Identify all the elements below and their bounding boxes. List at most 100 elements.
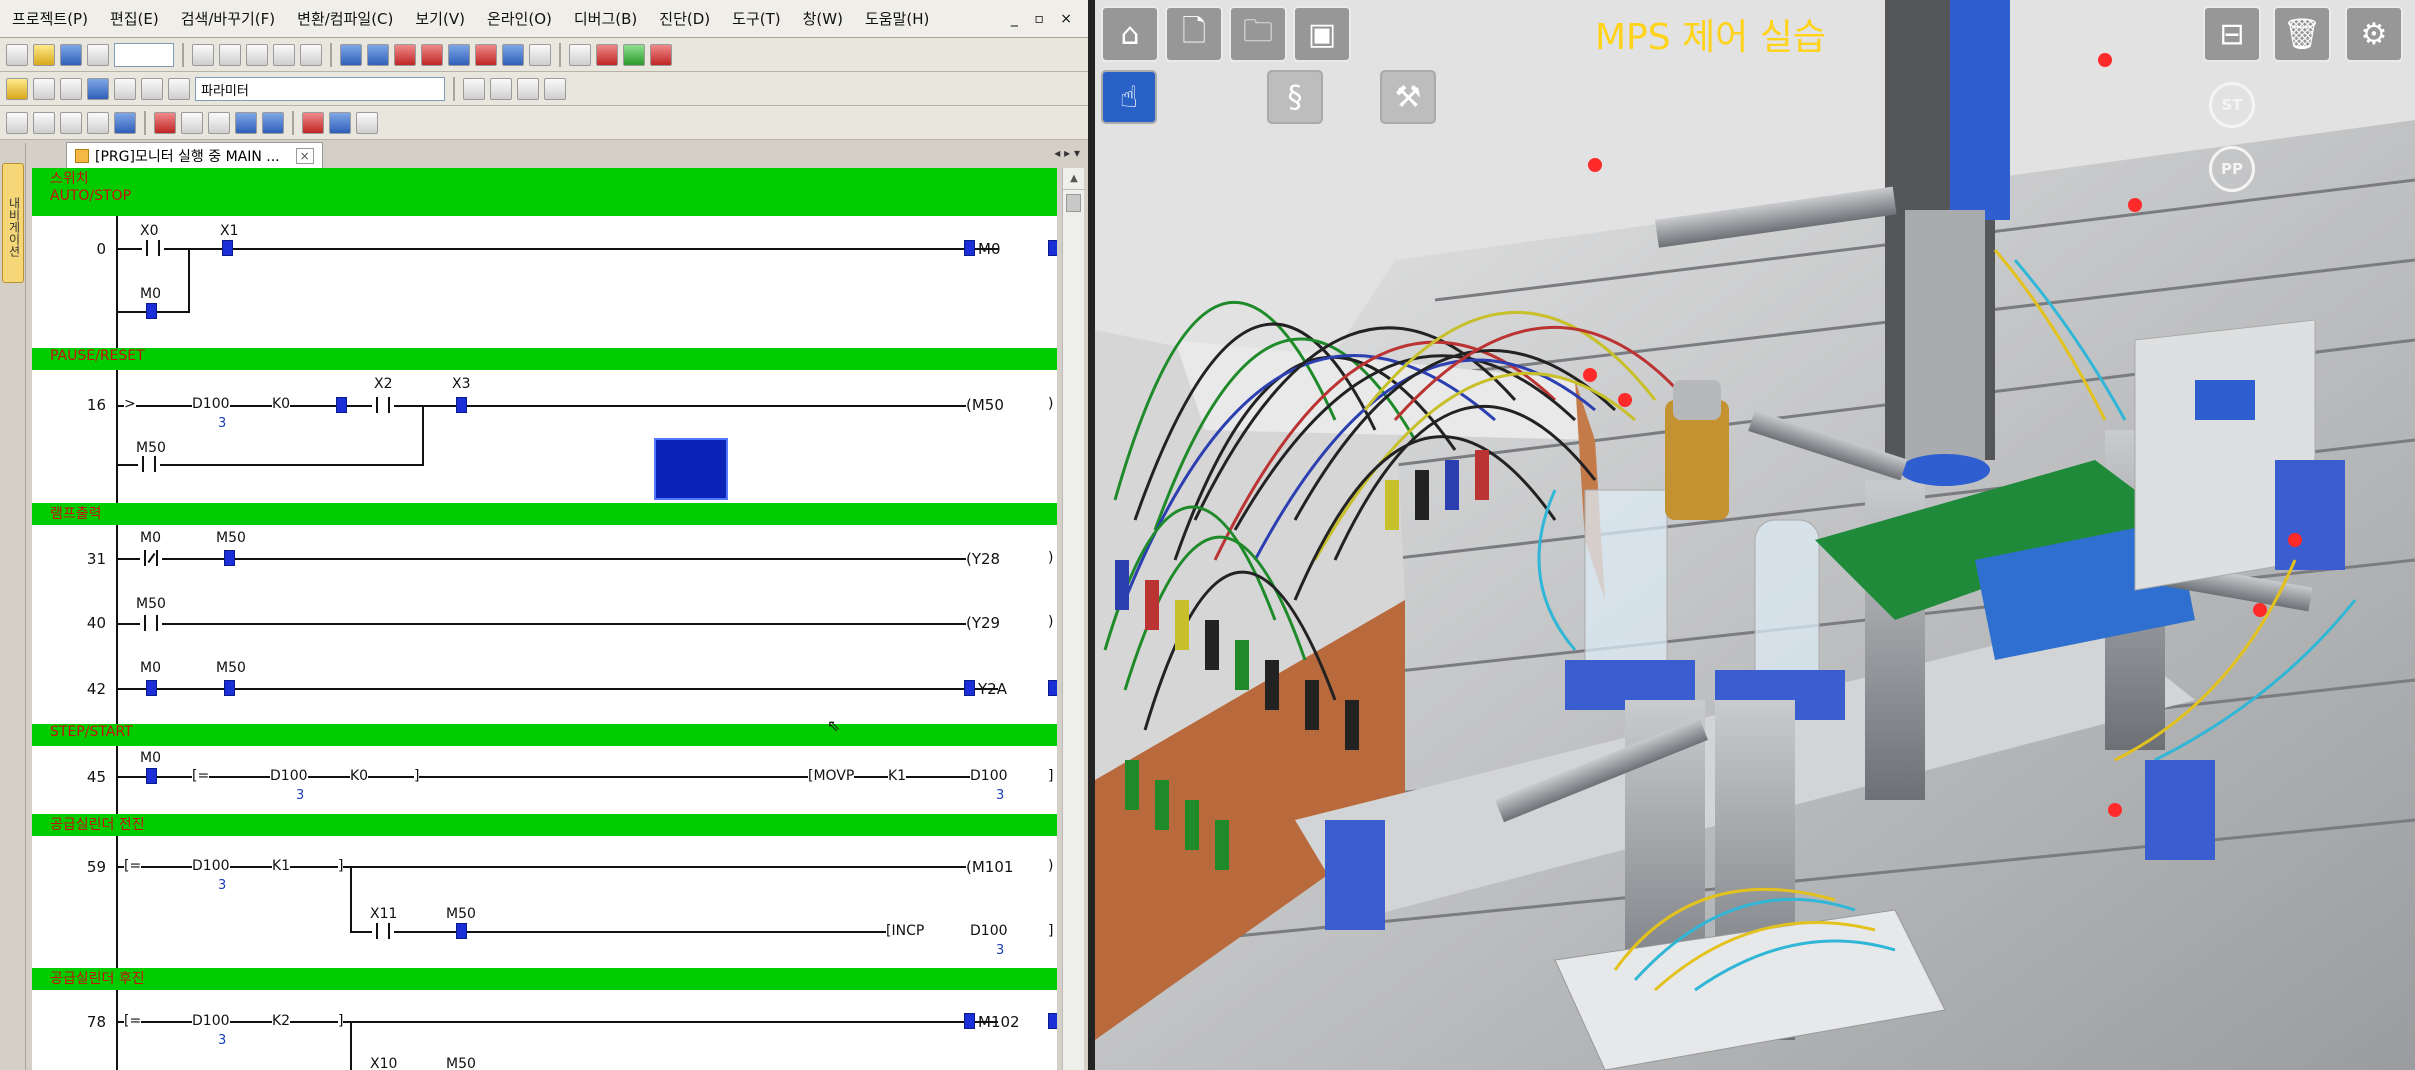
contact-m50-on[interactable] (224, 550, 235, 566)
wire-tool-button[interactable]: § (1267, 70, 1323, 124)
reset-icon[interactable] (650, 43, 672, 66)
coil-icon[interactable] (517, 77, 539, 100)
cut-icon[interactable] (192, 43, 214, 66)
coil-m0-on[interactable] (964, 240, 975, 256)
vertical-scrollbar[interactable]: ▲ (1062, 168, 1085, 1070)
force-on-icon[interactable] (302, 111, 324, 134)
new-document-button[interactable]: 🗋 (1165, 6, 1223, 62)
toggle-icon[interactable] (356, 111, 378, 134)
print-icon[interactable] (87, 43, 109, 66)
insert-line-icon[interactable] (114, 111, 136, 134)
contact-x1-on[interactable] (222, 240, 233, 256)
menu-convert-compile[interactable]: 변환/컴파일(C) (297, 8, 393, 29)
pick-place-button[interactable]: PP (2209, 146, 2255, 192)
contact-m0-on[interactable] (146, 768, 157, 784)
scroll-up-icon[interactable]: ▲ (1063, 168, 1085, 190)
insert-pulse-icon[interactable] (87, 111, 109, 134)
menu-window[interactable]: 창(W) (803, 8, 843, 29)
robot-tool-button[interactable]: ⚒ (1380, 70, 1436, 124)
project-view-icon[interactable] (6, 77, 28, 100)
coil-y2a-on[interactable] (964, 680, 975, 696)
settings-button[interactable]: ⚙ (2345, 6, 2403, 62)
toolbar-combo[interactable] (114, 42, 174, 67)
contact-m50[interactable] (140, 615, 162, 631)
write-to-plc-icon[interactable] (340, 43, 362, 66)
start-station-button[interactable]: ST (2209, 82, 2255, 128)
contact-x11[interactable] (372, 923, 394, 939)
instruction-icon[interactable] (235, 111, 257, 134)
contact-x3-on[interactable] (456, 397, 467, 413)
comment-icon[interactable] (529, 43, 551, 66)
tab-navigation[interactable]: ◂ ▸ ▾ (1054, 146, 1080, 160)
contact-m50-on[interactable] (224, 680, 235, 696)
insert-or-contact-icon[interactable] (33, 111, 55, 134)
ladder-view-icon[interactable] (33, 77, 55, 100)
undo-icon[interactable] (273, 43, 295, 66)
vertical-line-icon[interactable] (181, 111, 203, 134)
contact-m0-on[interactable] (146, 680, 157, 696)
coil-label: Y2A (978, 680, 1007, 698)
delete-line-icon[interactable] (154, 111, 176, 134)
menu-tool[interactable]: 도구(T) (732, 8, 780, 29)
zoom-icon[interactable] (87, 77, 109, 100)
force-off-icon[interactable] (329, 111, 351, 134)
stop-icon[interactable] (596, 43, 618, 66)
device-batch-icon[interactable] (502, 43, 524, 66)
contact-m0-on[interactable] (146, 303, 157, 319)
contact-x0[interactable] (142, 240, 164, 256)
help-icon[interactable] (141, 77, 163, 100)
menu-help[interactable]: 도움말(H) (865, 8, 929, 29)
open-folder-button[interactable]: 🗀 (1229, 6, 1287, 62)
device-icon[interactable] (262, 111, 284, 134)
open-folder-icon[interactable] (33, 43, 55, 66)
find-icon[interactable] (114, 77, 136, 100)
read-from-plc-icon[interactable] (367, 43, 389, 66)
menu-project[interactable]: 프로젝트(P) (12, 8, 88, 29)
monitor-stop-icon[interactable] (475, 43, 497, 66)
insert-contact-icon[interactable] (6, 111, 28, 134)
list-view-icon[interactable] (60, 77, 82, 100)
gear-icon: ⚙ (2360, 16, 2388, 52)
copy-icon[interactable] (219, 43, 241, 66)
navigation-panel-tab[interactable]: 내비게이션 (2, 163, 24, 283)
coil-m102-on[interactable] (964, 1013, 975, 1029)
ladder-diagram[interactable]: 스위치 AUTO/STOP 0 X0 X1 M0 M0 PAUSE/RESET … (32, 168, 1057, 1070)
contact-m0-nc[interactable] (140, 550, 162, 566)
menu-online[interactable]: 온라인(O) (487, 8, 552, 29)
tab-prg-main[interactable]: [PRG]모니터 실행 중 MAIN ... × (66, 142, 323, 168)
simulation-icon[interactable] (569, 43, 591, 66)
window-controls[interactable]: _ ▫ × (1011, 11, 1078, 27)
contact-m50-on[interactable] (456, 923, 467, 939)
menu-diagnostics[interactable]: 진단(D) (659, 8, 710, 29)
close-icon[interactable]: × (295, 147, 314, 164)
open-contact-icon[interactable] (463, 77, 485, 100)
menu-debug[interactable]: 디버그(B) (574, 8, 637, 29)
insert-nc-contact-icon[interactable] (60, 111, 82, 134)
paste-icon[interactable] (246, 43, 268, 66)
save-button[interactable]: ▣ (1293, 6, 1351, 62)
function-icon[interactable] (544, 77, 566, 100)
home-button[interactable]: ⌂ (1101, 6, 1159, 62)
contact-x2[interactable] (372, 397, 394, 413)
menu-edit[interactable]: 편집(E) (110, 8, 159, 29)
scroll-thumb[interactable] (1066, 194, 1081, 212)
select-tool-button[interactable]: ☝ (1101, 70, 1157, 124)
binoculars-icon[interactable] (168, 77, 190, 100)
menu-find-replace[interactable]: 검색/바꾸기(F) (181, 8, 275, 29)
cylinder-button[interactable]: ⊟ (2203, 6, 2261, 62)
closed-contact-icon[interactable] (490, 77, 512, 100)
save-icon[interactable] (60, 43, 82, 66)
new-file-icon[interactable] (6, 43, 28, 66)
monitor-write-icon[interactable] (448, 43, 470, 66)
cursor-block[interactable] (654, 438, 728, 500)
verify-icon[interactable] (394, 43, 416, 66)
horizontal-line-icon[interactable] (208, 111, 230, 134)
delete-button[interactable]: 🗑 (2273, 6, 2331, 62)
redo-icon[interactable] (300, 43, 322, 66)
parameter-combo[interactable]: 파라미터 (195, 76, 445, 101)
mps-simulator-view[interactable]: MPS 제어 실습 ⌂ 🗋 🗀 ▣ ☝ § ⚒ ⊟ 🗑 ⚙ ST PP (1095, 0, 2415, 1070)
run-icon[interactable] (623, 43, 645, 66)
menu-view[interactable]: 보기(V) (415, 8, 465, 29)
monitor-icon[interactable] (421, 43, 443, 66)
contact-m50[interactable] (138, 456, 160, 472)
